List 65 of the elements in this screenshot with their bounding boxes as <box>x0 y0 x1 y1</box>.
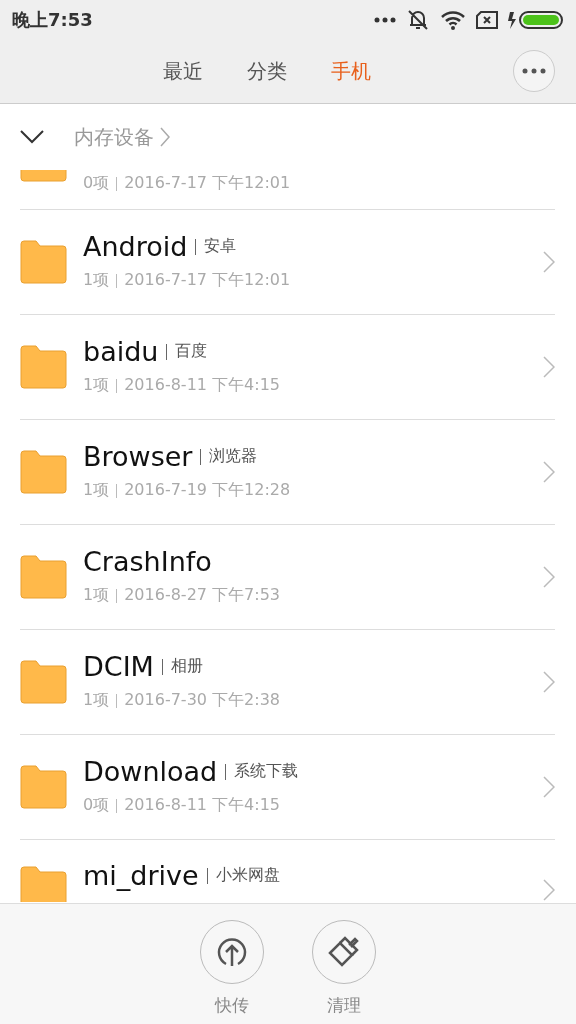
folder-name: mi_drive <box>83 862 199 889</box>
modified-date: 2016-8-11 下午4:15 <box>124 375 280 396</box>
chevron-right-icon <box>543 566 555 588</box>
item-count: 1项 <box>83 270 110 291</box>
chevron-right-icon <box>543 671 555 693</box>
chevron-right-icon <box>543 251 555 273</box>
folder-tag: 相册 <box>170 656 203 677</box>
folder-tag: 安卓 <box>204 236 237 257</box>
brush-icon <box>327 935 361 969</box>
folder-row[interactable]: Download 系统下载 0项 2016-8-11 下午4:15 <box>20 735 555 840</box>
modified-date: 2016-7-19 下午12:28 <box>124 480 291 501</box>
chevron-right-icon <box>543 461 555 483</box>
battery-charging-icon <box>508 10 564 30</box>
folder-row[interactable]: CrashInfo 1项 2016-8-27 下午7:53 <box>20 525 555 630</box>
more-icon <box>522 68 546 74</box>
folder-icon <box>20 240 67 284</box>
modified-date: 2016-7-30 下午2:38 <box>124 690 280 711</box>
item-count: 1项 <box>83 585 110 606</box>
modified-date: 2016-8-27 下午7:53 <box>124 585 280 606</box>
modified-date: 2016-7-17 下午12:01 <box>124 173 291 194</box>
folder-tag: 系统下载 <box>234 761 299 782</box>
chevron-down-icon[interactable] <box>20 130 44 144</box>
mute-bell-icon <box>406 9 430 31</box>
tab[interactable]: 最近 <box>163 54 203 89</box>
item-count: 1项 <box>83 480 110 501</box>
folder-name: CrashInfo <box>83 548 212 575</box>
chevron-right-icon <box>160 127 170 147</box>
folder-name: Download <box>83 758 218 785</box>
folder-tag: 小米网盘 <box>215 865 280 886</box>
folder-row[interactable]: mi_drive 小米网盘 <box>20 840 555 902</box>
folder-name: Browser <box>83 443 193 470</box>
chevron-right-icon <box>543 776 555 798</box>
tab[interactable]: 分类 <box>247 54 287 89</box>
modified-date: 2016-7-17 下午12:01 <box>124 270 291 291</box>
wifi-icon <box>440 10 466 30</box>
folder-name: baidu <box>83 338 159 365</box>
more-dots-icon <box>374 17 396 23</box>
folder-tag: 浏览器 <box>209 446 258 467</box>
status-time: 晚上7:53 <box>12 8 94 32</box>
item-count: 0项 <box>83 795 110 816</box>
folder-icon <box>20 660 67 704</box>
item-count: 1项 <box>83 375 110 396</box>
folder-row[interactable]: Browser 浏览器 1项 2016-7-19 下午12:28 <box>20 420 555 525</box>
folder-name: DCIM <box>83 653 154 680</box>
folder-icon <box>20 555 67 599</box>
action-label: 快传 <box>215 994 249 1017</box>
more-button[interactable] <box>513 50 555 92</box>
no-sim-icon <box>476 10 498 30</box>
folder-icon <box>20 765 67 809</box>
folder-row[interactable]: baidu 百度 1项 2016-8-11 下午4:15 <box>20 315 555 420</box>
item-count: 1项 <box>83 690 110 711</box>
folder-row[interactable]: DCIM 相册 1项 2016-7-30 下午2:38 <box>20 630 555 735</box>
action-label: 清理 <box>327 994 361 1017</box>
folder-icon <box>20 866 67 902</box>
item-count: 0项 <box>83 173 110 194</box>
modified-date: 2016-8-11 下午4:15 <box>124 795 280 816</box>
folder-row[interactable]: Android 安卓 1项 2016-7-17 下午12:01 <box>20 210 555 315</box>
folder-icon <box>20 450 67 494</box>
folder-tag: 百度 <box>175 341 208 362</box>
chevron-right-icon <box>543 879 555 901</box>
upload-icon <box>216 936 248 968</box>
folder-icon <box>20 170 67 182</box>
folder-icon <box>20 345 67 389</box>
chevron-right-icon <box>543 356 555 378</box>
folder-name: Android <box>83 233 188 260</box>
